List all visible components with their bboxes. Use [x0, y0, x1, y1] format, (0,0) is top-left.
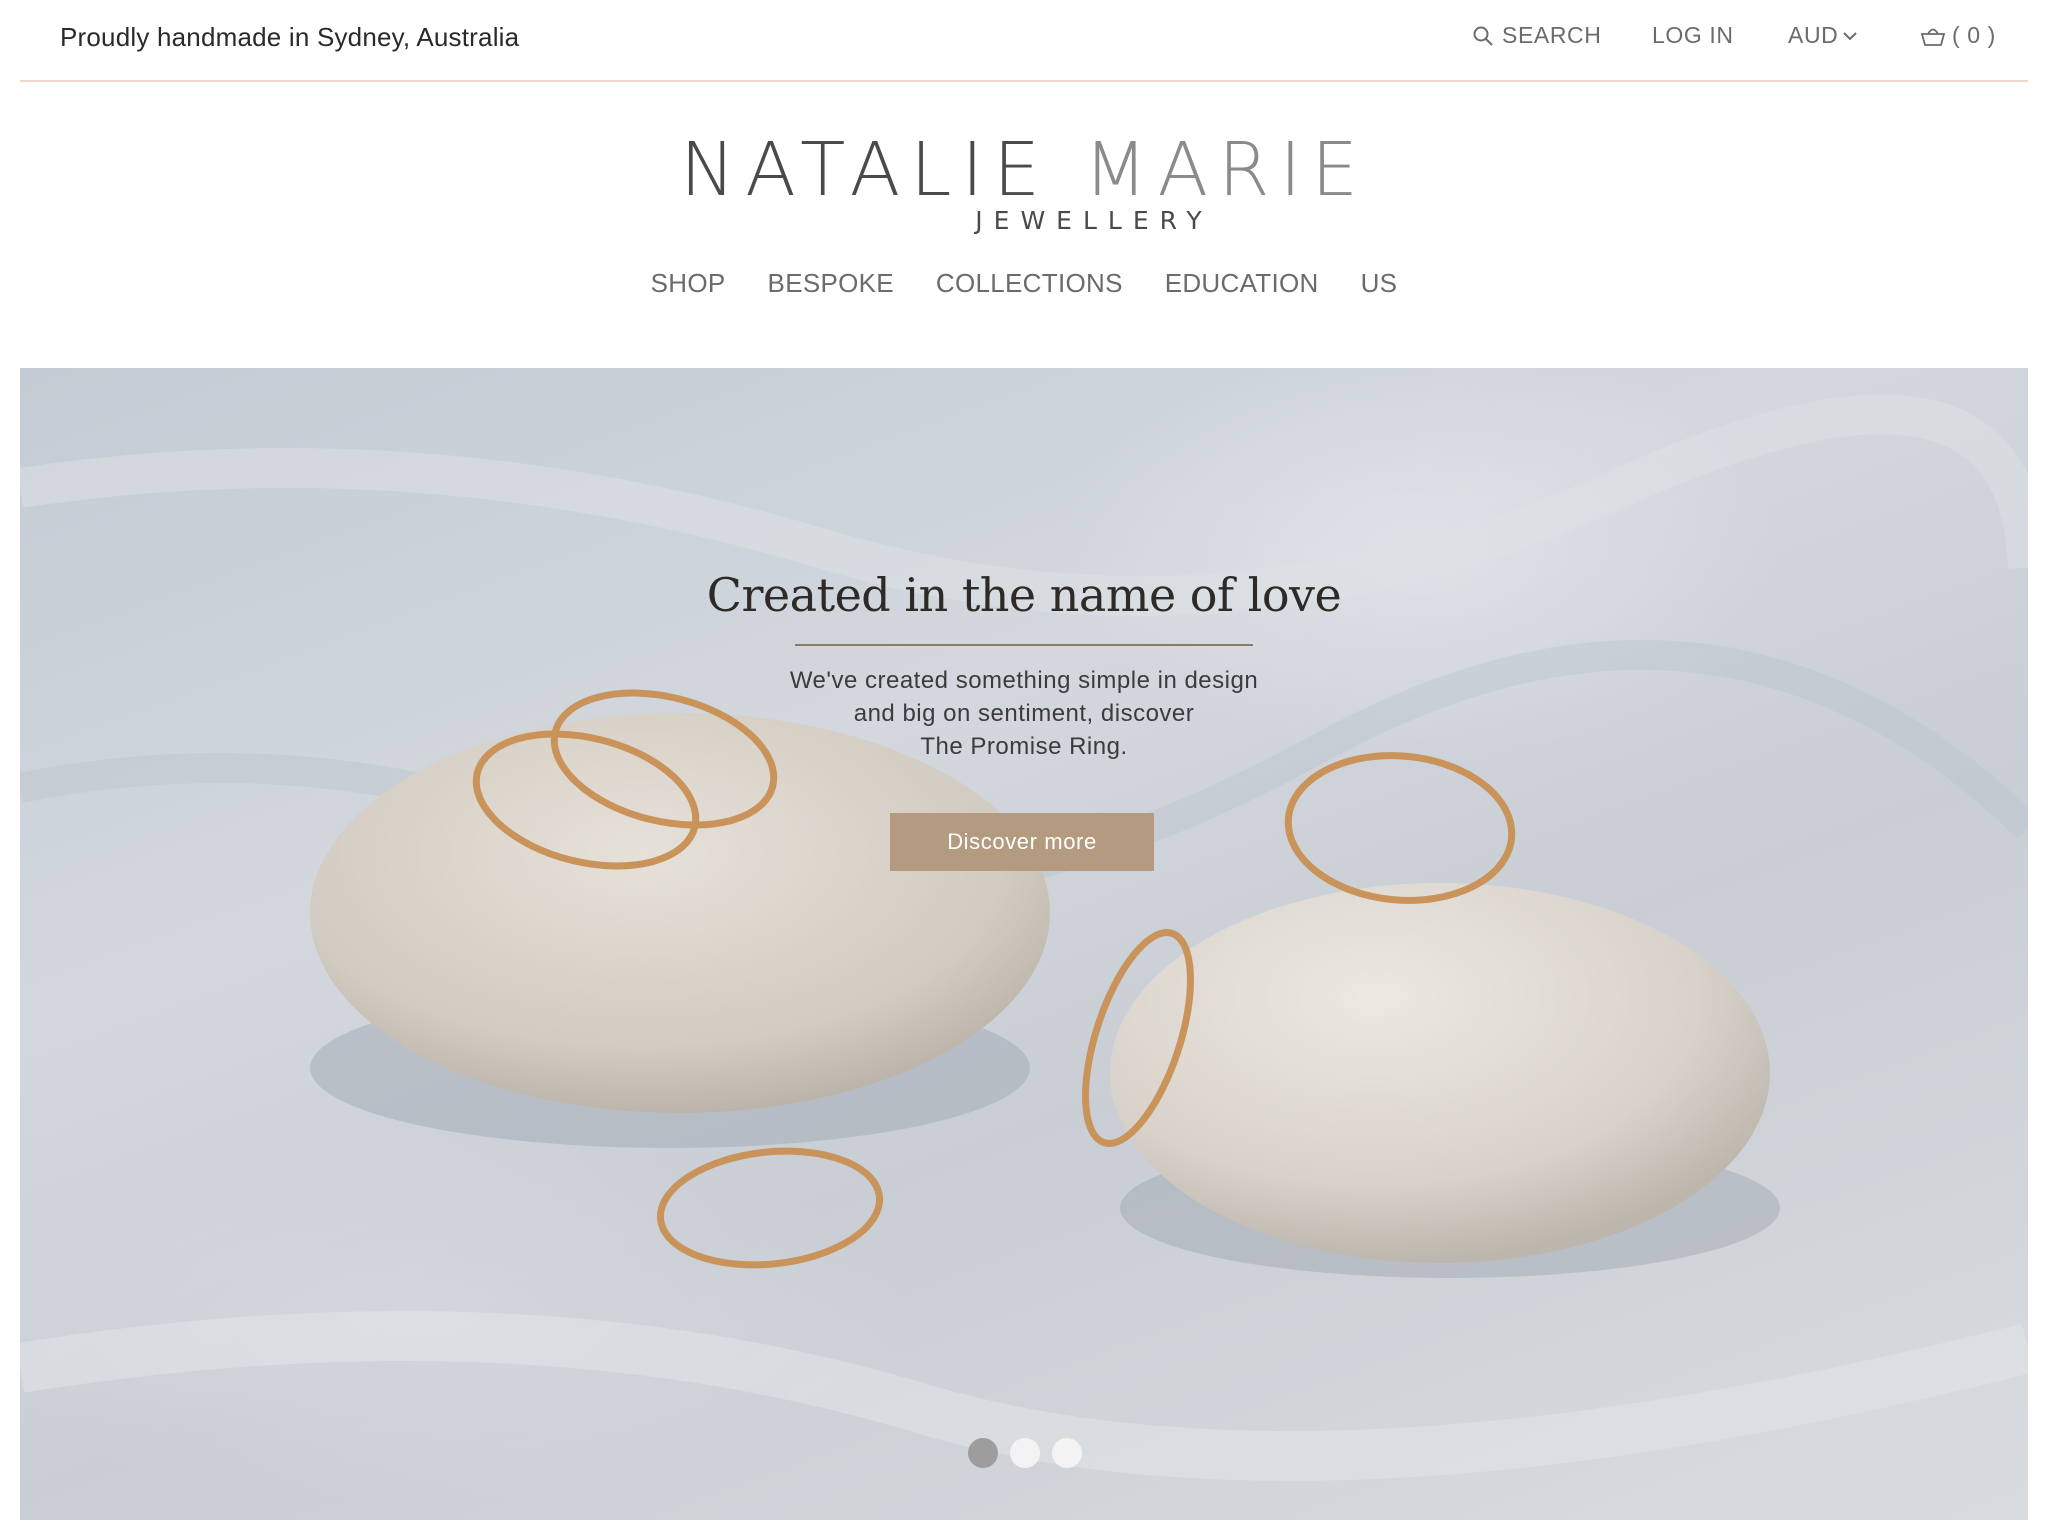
logo-subtitle: JEWELLERY — [975, 206, 1213, 235]
hero-banner: Created in the name of love We've create… — [20, 368, 2028, 1520]
main-nav: SHOP BESPOKE COLLECTIONS EDUCATION US — [0, 268, 2048, 299]
nav-item-collections[interactable]: COLLECTIONS — [936, 268, 1123, 299]
logo-name-first: NATALIE — [679, 127, 1051, 213]
page: Proudly handmade in Sydney, Australia SE… — [0, 0, 2048, 1536]
basket-icon — [1920, 25, 1946, 47]
search-label: SEARCH — [1502, 22, 1602, 48]
carousel-dots — [968, 1438, 1082, 1468]
brand-logo[interactable]: NATALIE MARIE JEWELLERY — [0, 130, 2048, 235]
nav-item-education[interactable]: EDUCATION — [1165, 268, 1319, 299]
hero-image — [20, 394, 2028, 1481]
hero-subtitle-line: and big on sentiment, discover — [853, 700, 1195, 727]
tagline: Proudly handmade in Sydney, Australia — [60, 22, 520, 52]
hero-divider — [795, 644, 1253, 646]
carousel-dot-2[interactable] — [1010, 1438, 1040, 1468]
hero-text-block: Created in the name of love We've create… — [20, 568, 2028, 763]
currency-label: AUD — [1788, 22, 1839, 48]
nav-item-us[interactable]: US — [1361, 268, 1398, 299]
carousel-dot-3[interactable] — [1052, 1438, 1082, 1468]
search-icon — [1472, 25, 1494, 47]
hero-subtitle-line: We've created something simple in design — [789, 667, 1259, 694]
hero-subtitle-line: The Promise Ring. — [920, 733, 1128, 760]
cart-count: ( 0 ) — [1952, 22, 1996, 48]
discover-more-button[interactable]: Discover more — [890, 813, 1154, 871]
nav-item-shop[interactable]: SHOP — [651, 268, 726, 299]
logo-name-second: MARIE — [1083, 127, 1369, 213]
logo-wordmark: NATALIE MARIE — [0, 130, 2048, 210]
top-bar: Proudly handmade in Sydney, Australia SE… — [20, 0, 2028, 82]
carousel-dot-1[interactable] — [968, 1438, 998, 1468]
hero-title: Created in the name of love — [706, 568, 1342, 622]
nav-item-bespoke[interactable]: BESPOKE — [768, 268, 894, 299]
login-link[interactable]: LOG IN — [1652, 22, 1734, 49]
currency-selector[interactable]: AUD — [1788, 22, 1858, 49]
chevron-down-icon — [1842, 30, 1858, 42]
cart-link[interactable]: ( 0 ) — [1920, 22, 1996, 49]
hero-subtitle: We've created something simple in design… — [20, 664, 2028, 763]
search-link[interactable]: SEARCH — [1472, 22, 1601, 49]
